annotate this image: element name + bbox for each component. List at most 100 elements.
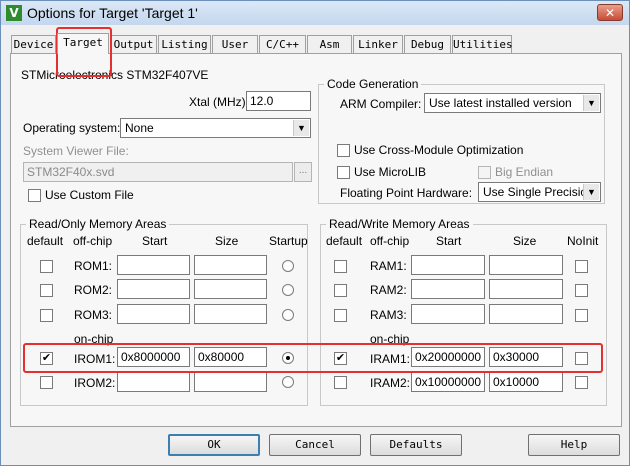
iram2-default-checkbox[interactable] xyxy=(334,376,347,389)
os-select[interactable]: None ▼ xyxy=(120,118,311,138)
iram1-start-input[interactable]: 0x20000000 xyxy=(411,347,485,367)
irom2-startup-radio[interactable] xyxy=(282,376,294,388)
fpu-select-value: Use Single Precision xyxy=(483,185,594,199)
close-icon[interactable]: ✕ xyxy=(597,4,623,21)
irom1-size-input[interactable]: 0x80000 xyxy=(194,347,267,367)
iram1-size-input[interactable]: 0x30000 xyxy=(489,347,563,367)
cancel-button[interactable]: Cancel xyxy=(269,434,361,456)
rw-header-size: Size xyxy=(513,234,537,248)
ram1-start-input[interactable] xyxy=(411,255,485,275)
rw-header-start: Start xyxy=(436,234,462,248)
irom2-start-input[interactable] xyxy=(117,372,190,392)
rom1-startup-radio[interactable] xyxy=(282,260,294,272)
tab-output[interactable]: Output xyxy=(110,35,157,53)
use-custom-file-checkbox[interactable] xyxy=(28,189,41,202)
fpu-label: Floating Point Hardware: xyxy=(340,186,473,200)
rom2-size-input[interactable] xyxy=(194,279,267,299)
ram3-noinit-checkbox[interactable] xyxy=(575,309,588,322)
iram1-noinit-checkbox[interactable] xyxy=(575,352,588,365)
compiler-select[interactable]: Use latest installed version ▼ xyxy=(424,93,601,113)
use-custom-file-label: Use Custom File xyxy=(45,188,134,202)
irom2-size-input[interactable] xyxy=(194,372,267,392)
ok-button[interactable]: OK xyxy=(168,434,260,456)
rom3-default-checkbox[interactable] xyxy=(40,309,53,322)
tab-utilities[interactable]: Utilities xyxy=(452,35,513,53)
tab-c-cpp[interactable]: C/C++ xyxy=(259,35,306,53)
options-dialog: V Options for Target 'Target 1' ✕ Device… xyxy=(0,0,630,466)
irom1-label: IROM1: xyxy=(74,352,116,366)
keil-app-icon: V xyxy=(6,5,22,21)
ro-header-startup: Startup xyxy=(269,234,308,248)
os-label: Operating system: xyxy=(23,121,121,135)
ro-header-start: Start xyxy=(142,234,168,248)
tab-listing[interactable]: Listing xyxy=(158,35,211,53)
window-title: Options for Target 'Target 1' xyxy=(27,5,198,21)
irom1-startup-radio[interactable] xyxy=(282,352,294,364)
irom2-default-checkbox[interactable] xyxy=(40,376,53,389)
cross-module-checkbox[interactable] xyxy=(337,144,350,157)
svf-input[interactable]: STM32F40x.svd xyxy=(23,162,293,182)
rw-header-offchip: off-chip xyxy=(370,234,410,248)
ram2-label: RAM2: xyxy=(370,283,407,297)
ro-memory-title: Read/Only Memory Areas xyxy=(26,217,170,231)
radio-selected-dot xyxy=(286,356,290,360)
ram1-noinit-checkbox[interactable] xyxy=(575,260,588,273)
rom2-label: ROM2: xyxy=(74,283,113,297)
xtal-input[interactable]: 12.0 xyxy=(246,91,311,111)
svf-label: System Viewer File: xyxy=(23,144,129,158)
rom3-label: ROM3: xyxy=(74,308,113,322)
microlib-checkbox[interactable] xyxy=(337,166,350,179)
rom3-startup-radio[interactable] xyxy=(282,309,294,321)
rw-header-noinit: NoInit xyxy=(567,234,599,248)
big-endian-label: Big Endian xyxy=(495,165,554,179)
chevron-down-icon: ▼ xyxy=(583,95,599,111)
irom2-label: IROM2: xyxy=(74,376,116,390)
code-generation-title: Code Generation xyxy=(324,77,422,91)
rw-memory-title: Read/Write Memory Areas xyxy=(326,217,473,231)
cross-module-label: Use Cross-Module Optimization xyxy=(354,143,524,157)
rom2-startup-radio[interactable] xyxy=(282,284,294,296)
rom1-default-checkbox[interactable] xyxy=(40,260,53,273)
iram1-default-checkbox[interactable]: ✔ xyxy=(334,352,347,365)
rom3-start-input[interactable] xyxy=(117,304,190,324)
ram2-size-input[interactable] xyxy=(489,279,563,299)
svf-browse-button[interactable]: ... xyxy=(294,162,312,182)
tab-debug[interactable]: Debug xyxy=(404,35,451,53)
tab-user[interactable]: User xyxy=(212,35,258,53)
rw-header-default: default xyxy=(326,234,363,248)
tab-target[interactable]: Target xyxy=(57,33,109,54)
rom1-size-input[interactable] xyxy=(194,255,267,275)
title-bar[interactable]: V Options for Target 'Target 1' ✕ xyxy=(1,1,629,25)
help-button[interactable]: Help xyxy=(528,434,620,456)
irom1-default-checkbox[interactable]: ✔ xyxy=(40,352,53,365)
ram2-default-checkbox[interactable] xyxy=(334,284,347,297)
rw-onchip-label: on-chip xyxy=(370,332,410,346)
ram3-label: RAM3: xyxy=(370,308,407,322)
irom1-start-input[interactable]: 0x8000000 xyxy=(117,347,190,367)
ram2-noinit-checkbox[interactable] xyxy=(575,284,588,297)
ram2-start-input[interactable] xyxy=(411,279,485,299)
rom2-default-checkbox[interactable] xyxy=(40,284,53,297)
iram2-noinit-checkbox[interactable] xyxy=(575,376,588,389)
compiler-select-value: Use latest installed version xyxy=(429,96,572,110)
defaults-button[interactable]: Defaults xyxy=(370,434,462,456)
fpu-select[interactable]: Use Single Precision ▼ xyxy=(478,182,601,202)
tab-linker[interactable]: Linker xyxy=(353,35,403,53)
tab-device[interactable]: Device xyxy=(11,35,56,53)
ram1-size-input[interactable] xyxy=(489,255,563,275)
device-name: STMicroelectronics STM32F407VE xyxy=(21,68,209,82)
rom2-start-input[interactable] xyxy=(117,279,190,299)
chevron-down-icon: ▼ xyxy=(583,184,599,200)
tab-asm[interactable]: Asm xyxy=(307,35,352,53)
iram2-size-input[interactable]: 0x10000 xyxy=(489,372,563,392)
ro-header-offchip: off-chip xyxy=(73,234,113,248)
ram3-default-checkbox[interactable] xyxy=(334,309,347,322)
ram3-start-input[interactable] xyxy=(411,304,485,324)
ro-header-size: Size xyxy=(215,234,239,248)
rom1-start-input[interactable] xyxy=(117,255,190,275)
ram3-size-input[interactable] xyxy=(489,304,563,324)
big-endian-checkbox[interactable] xyxy=(478,166,491,179)
rom3-size-input[interactable] xyxy=(194,304,267,324)
iram2-start-input[interactable]: 0x10000000 xyxy=(411,372,485,392)
ram1-default-checkbox[interactable] xyxy=(334,260,347,273)
